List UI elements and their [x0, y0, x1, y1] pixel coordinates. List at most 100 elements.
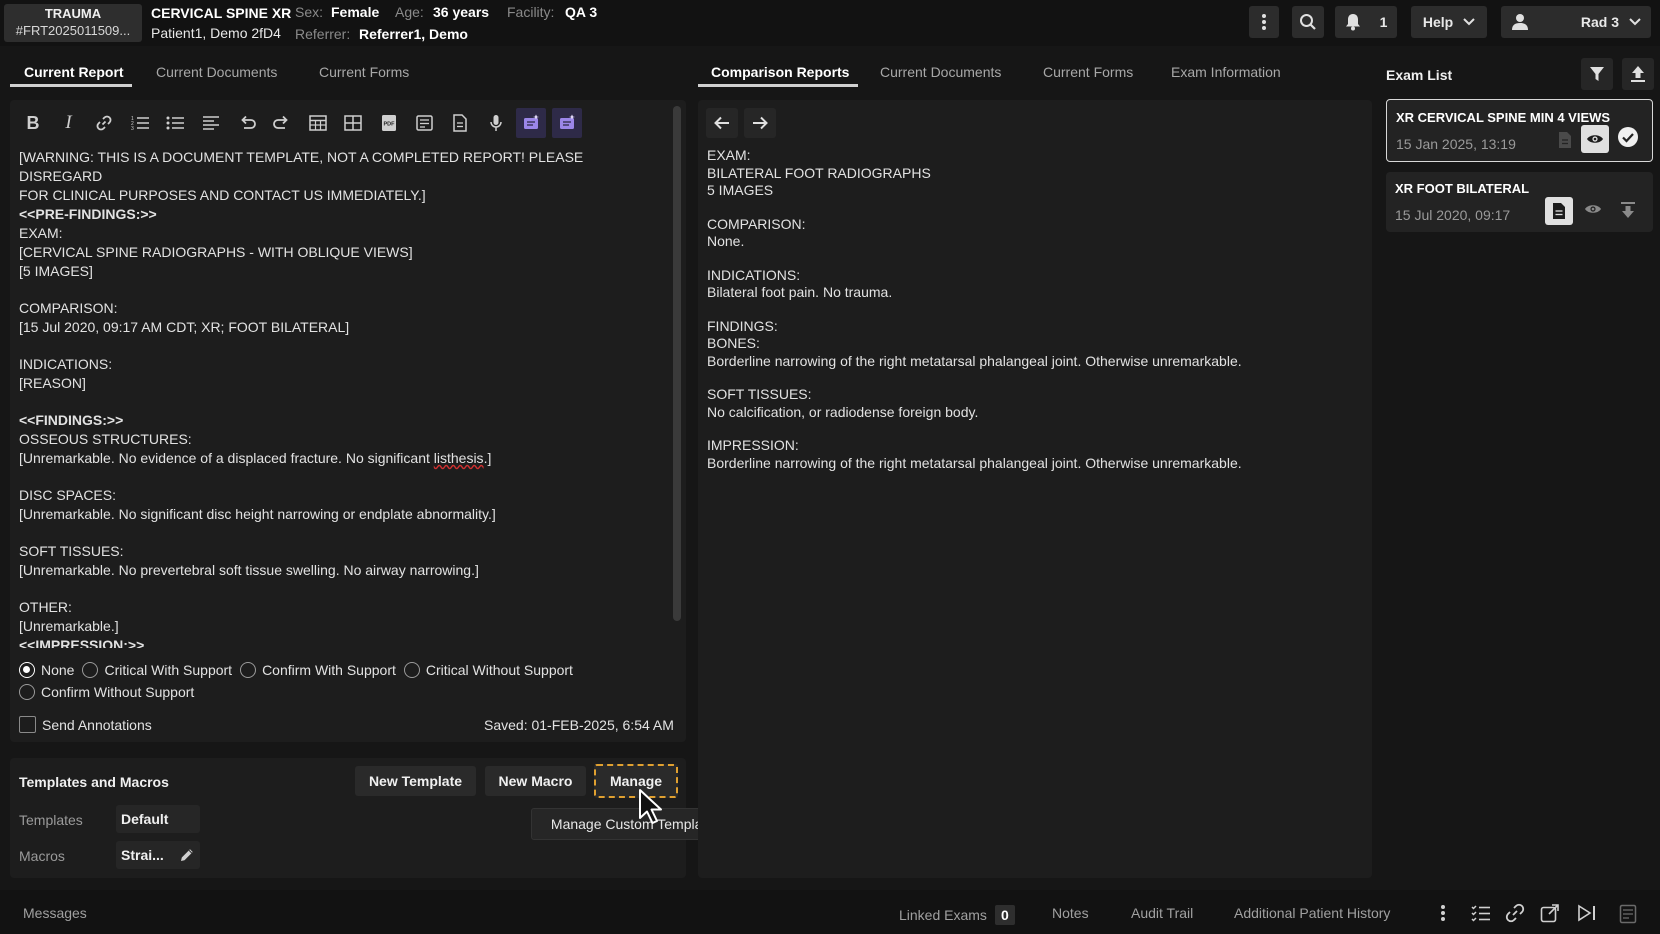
table-icon [309, 115, 327, 131]
upload-button[interactable] [1622, 58, 1654, 90]
skip-next-icon[interactable] [1577, 904, 1597, 922]
next-report-button[interactable] [744, 108, 776, 138]
insert-form-button[interactable] [410, 108, 440, 138]
radio-confirm-with-support[interactable]: Confirm With Support [240, 662, 396, 678]
messages-tab[interactable]: Messages [23, 905, 87, 921]
radio-critical-with-support[interactable]: Critical With Support [82, 662, 232, 678]
macros-select[interactable]: Strai... [116, 841, 200, 869]
previous-report-button[interactable] [706, 108, 738, 138]
age-value: 36 years [433, 4, 490, 20]
report-text-area[interactable]: [WARNING: THIS IS A DOCUMENT TEMPLATE, N… [19, 148, 639, 648]
referrer-label: Referrer: [295, 26, 351, 42]
comparison-line: None. [707, 233, 745, 249]
bell-icon [1345, 13, 1361, 31]
facility-value: QA 3 [565, 4, 598, 20]
table-grid-button[interactable] [338, 108, 368, 138]
bullet-list-button[interactable] [160, 108, 190, 138]
facility-label: Facility: [507, 4, 555, 20]
exam-card-current[interactable]: XR CERVICAL SPINE MIN 4 VIEWS 15 Jan 202… [1386, 99, 1653, 162]
report-line: OSSEOUS STRUCTURES: [19, 431, 192, 447]
comparison-line: SOFT TISSUES: [707, 386, 812, 402]
bold-icon: B [26, 112, 40, 133]
microphone-icon [489, 114, 503, 132]
italic-button[interactable]: I [54, 108, 84, 138]
comparison-line: EXAM: [707, 147, 751, 163]
align-button[interactable] [196, 108, 226, 138]
criticality-group: None Critical With Support Confirm With … [19, 662, 679, 678]
manage-button[interactable]: Manage [594, 764, 678, 798]
tab-comparison-reports[interactable]: Comparison Reports [711, 64, 849, 80]
ai-impression-button[interactable] [551, 108, 582, 138]
insert-table-button[interactable] [303, 108, 333, 138]
report-line: [Unremarkable. No prevertebral soft tiss… [19, 562, 479, 578]
arrow-right-icon [752, 116, 768, 130]
eye-icon[interactable] [1584, 203, 1602, 215]
new-template-button[interactable]: New Template [355, 766, 476, 796]
tab-current-forms-left[interactable]: Current Forms [319, 64, 409, 80]
document-button[interactable] [445, 108, 475, 138]
comparison-line [707, 370, 1357, 386]
criticality-group-row2: Confirm Without Support [19, 684, 194, 700]
radio-critical-without-support[interactable]: Critical Without Support [403, 662, 573, 678]
templates-select[interactable]: Default [116, 805, 200, 833]
report-line: INDICATIONS: [19, 356, 113, 372]
tab-exam-information[interactable]: Exam Information [1171, 64, 1281, 80]
notes-tab[interactable]: Notes [1052, 905, 1089, 921]
exam-card-date: 15 Jan 2025, 13:19 [1396, 136, 1516, 152]
undo-button[interactable] [232, 108, 262, 138]
notifications-button[interactable]: 1 [1335, 6, 1397, 38]
numbered-list-button[interactable]: 123 [125, 108, 155, 138]
audit-trail-tab[interactable]: Audit Trail [1131, 905, 1193, 921]
report-line [19, 468, 639, 486]
link-button[interactable] [89, 108, 119, 138]
more-options-icon[interactable] [1440, 904, 1446, 922]
tab-current-forms-right[interactable]: Current Forms [1043, 64, 1133, 80]
additional-history-tab[interactable]: Additional Patient History [1234, 905, 1390, 921]
tab-current-documents-left[interactable]: Current Documents [156, 64, 277, 80]
radio-indicator [19, 662, 35, 678]
linked-exams-tab[interactable]: Linked Exams 0 [899, 905, 1015, 925]
bold-button[interactable]: B [18, 108, 48, 138]
comparison-line: FINDINGS: [707, 317, 778, 334]
radio-none[interactable]: None [19, 662, 74, 678]
external-open-icon[interactable] [1540, 903, 1560, 923]
link-out-icon[interactable] [1505, 903, 1525, 923]
redo-button[interactable] [267, 108, 297, 138]
tab-current-documents-right[interactable]: Current Documents [880, 64, 1001, 80]
download-icon[interactable] [1620, 201, 1636, 219]
checklist-icon[interactable] [1471, 904, 1491, 922]
tab-current-report[interactable]: Current Report [24, 64, 124, 80]
pdf-button[interactable]: PDF [374, 108, 404, 138]
editor-scrollbar[interactable] [673, 106, 681, 621]
dictation-button[interactable] [481, 108, 511, 138]
search-button[interactable] [1292, 6, 1324, 38]
ai-sparkle-icon [558, 114, 576, 132]
more-options-button[interactable] [1249, 6, 1279, 38]
pencil-icon[interactable] [179, 847, 195, 863]
report-line: <<FINDINGS:>> [19, 412, 124, 428]
report-line: [5 IMAGES] [19, 263, 93, 279]
comparison-line: COMPARISON: [707, 215, 806, 232]
report-line: [15 Jul 2020, 09:17 AM CDT; XR; FOOT BIL… [19, 319, 350, 335]
report-pane-icon[interactable] [1619, 904, 1637, 924]
filter-button[interactable] [1581, 58, 1613, 90]
document-icon[interactable] [1557, 131, 1573, 149]
new-macro-button[interactable]: New Macro [485, 766, 586, 796]
open-report-button[interactable] [1545, 197, 1573, 225]
help-menu-button[interactable]: Help [1411, 6, 1487, 38]
spellcheck-word[interactable]: listhesis [434, 450, 484, 466]
report-line [19, 524, 639, 542]
report-line [19, 281, 639, 299]
view-exam-button[interactable] [1581, 125, 1609, 153]
search-icon [1299, 13, 1317, 31]
user-icon [1511, 13, 1529, 31]
exam-title: CERVICAL SPINE XR [151, 5, 292, 21]
report-line: EXAM: [19, 225, 63, 241]
active-tab-indicator [698, 84, 858, 87]
send-annotations-checkbox[interactable]: Send Annotations [19, 716, 152, 733]
radio-confirm-without-support[interactable]: Confirm Without Support [19, 684, 194, 700]
exam-card-title: XR CERVICAL SPINE MIN 4 VIEWS [1396, 110, 1611, 125]
exam-card-prior[interactable]: XR FOOT BILATERAL 15 Jul 2020, 09:17 [1386, 172, 1653, 232]
user-menu-button[interactable]: Rad 3 [1501, 6, 1651, 38]
ai-assist-button[interactable] [516, 108, 547, 138]
